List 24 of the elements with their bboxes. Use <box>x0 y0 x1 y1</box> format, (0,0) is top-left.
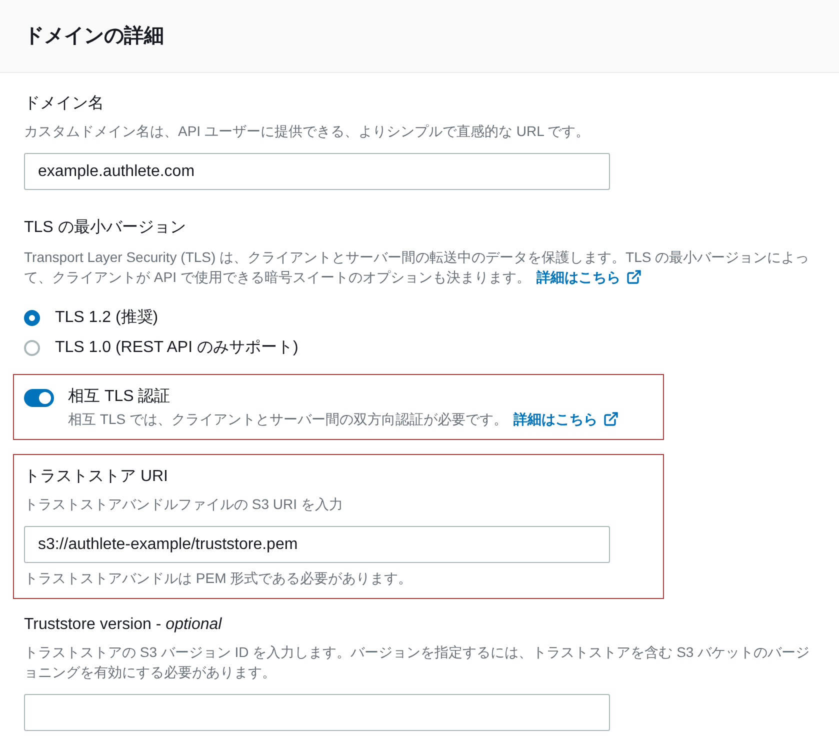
field-label: トラストストア URI <box>24 467 169 487</box>
constraint-text: トラストストアバンドルは PEM 形式である必要があります。 <box>24 569 414 588</box>
field-description: カスタムドメイン名は、API ユーザーに提供できる、よりシンプルで直感的な URL です。 <box>24 122 591 141</box>
radio-button[interactable] <box>24 310 40 326</box>
learn-more-link[interactable]: 詳細はこちら <box>513 409 620 429</box>
toggle-switch[interactable] <box>24 389 54 407</box>
field-description: 相互 TLS では、クライアントとサーバー間の双方向認証が必要です。 詳細はこちら <box>68 409 620 429</box>
field-label: 相互 TLS 認証 <box>68 386 172 407</box>
field-label: ドメイン名 <box>24 94 105 114</box>
field-description: Transport Layer Security (TLS) は、クライアントとサーバー間の転送中のデータを保護します。TLS の最小バージョンによって、クライアントが API で使用できる暗号スイートのオプションも決まります。 詳細はこちら <box>24 248 810 287</box>
external-link-icon <box>626 269 642 285</box>
input-field[interactable]: example.authlete.com <box>24 153 610 190</box>
field-description: トラストストアの S3 バージョン ID を入力します。バージョンを指定するには、トラストストアを含む S3 バケットのバージョニングを有効にする必要があります。 <box>24 643 811 682</box>
field-description: トラストストアバンドルファイルの S3 URI を入力 <box>24 495 344 514</box>
radio-button[interactable] <box>24 340 40 356</box>
option-label: TLS 1.2 (推奨) <box>55 308 158 328</box>
field-label: Truststore version - optional <box>24 615 223 635</box>
option-label: TLS 1.0 (REST API のみサポート) <box>55 338 298 358</box>
input-field[interactable] <box>24 694 610 731</box>
input-field[interactable]: s3://authlete-example/truststore.pem <box>24 526 610 563</box>
panel-title: ドメインの詳細 <box>24 24 164 49</box>
external-link-icon <box>603 411 620 427</box>
learn-more-link[interactable]: 詳細はこちら <box>536 267 642 287</box>
field-label: TLS の最小バージョン <box>24 218 187 238</box>
